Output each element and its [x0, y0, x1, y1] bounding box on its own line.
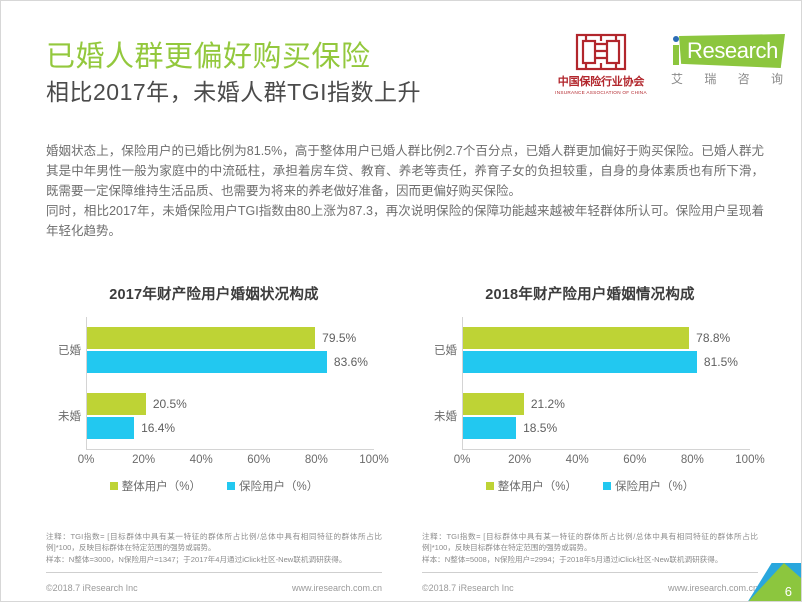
- x-tick-label: 60%: [247, 454, 271, 466]
- x-axis: 0% 20% 40% 60% 80% 100%: [78, 452, 389, 472]
- bar-value-label: 18.5%: [523, 421, 558, 435]
- x-tick-label: 40%: [189, 454, 213, 466]
- chart-panels: 2017年财产险用户婚姻状况构成 已婚 79.5% 83.6% 未婚 20.5% 16.4…: [1, 279, 801, 601]
- chart-legend: 整体用户（%） 保险用户（%）: [46, 478, 382, 494]
- footer-divider: [46, 572, 382, 573]
- bar-未婚-保险用户（%）: [87, 417, 135, 439]
- panel-footer: ©2018.7 iResearch Inc www.iresearch.com.…: [46, 583, 382, 593]
- bar-value-label: 78.8%: [696, 331, 731, 345]
- legend-item[interactable]: 保险用户（%）: [603, 478, 694, 494]
- chart-title: 2017年财产险用户婚姻状况构成: [109, 287, 319, 303]
- bar-value-label: 81.5%: [703, 355, 738, 369]
- footnote-line-2: 样本：N整体=5008，N保险用户=2994；于2018年5月通过iClick社…: [422, 554, 723, 564]
- iresearch-cn-char-3: 咨: [737, 72, 750, 86]
- bar-chart-2017: 已婚 79.5% 83.6% 未婚 20.5% 16.4% 0% 20% 40% 60% 80% 1…: [46, 317, 389, 472]
- title-block: 已婚人群更偏好购买保险 相比2017年，未婚人群TGI指数上升: [46, 39, 566, 107]
- iresearch-cn-char-1: 艾: [671, 72, 684, 86]
- category-label: 已婚: [58, 345, 81, 357]
- legend-item[interactable]: 整体用户（%）: [485, 478, 577, 494]
- iresearch-i-dot: [673, 36, 679, 42]
- panel-footer: ©2018.7 iResearch Inc www.iresearch.com.…: [422, 583, 758, 593]
- x-tick-label: 0%: [453, 454, 471, 466]
- bar-value-label: 16.4%: [141, 421, 176, 435]
- bar-value-label: 21.2%: [530, 397, 565, 411]
- page-title: 已婚人群更偏好购买保险: [46, 41, 371, 73]
- bar-已婚-整体用户（%）: [87, 327, 316, 349]
- iresearch-cn-char-2: 瑞: [704, 72, 717, 86]
- plot-area: 已婚 79.5% 83.6% 未婚 20.5% 16.4%: [58, 317, 374, 450]
- plot-area: 已婚 78.8% 81.5% 未婚 21.2% 18.5%: [434, 317, 750, 450]
- logo-group: 中国保险行业协会 INSURANCE ASSOCIATION OF CHINA …: [549, 29, 785, 97]
- chart-footnote: 注释：TGI指数= [目标群体中具有某一特征的群体所占比例/总体中具有相同特征的…: [422, 531, 758, 565]
- x-tick-label: 80%: [680, 454, 704, 466]
- legend-item[interactable]: 整体用户（%）: [109, 478, 201, 494]
- footnote-line-1: 注释：TGI指数= [目标群体中具有某一特征的群体所占比例/总体中具有相同特征的…: [422, 531, 758, 553]
- bar-value-label: 20.5%: [152, 397, 187, 411]
- website-link[interactable]: www.iresearch.com.cn: [292, 583, 382, 593]
- copyright-text: ©2018.7 iResearch Inc: [46, 583, 138, 593]
- iresearch-wordmark: Research: [687, 38, 778, 63]
- page-subtitle: 相比2017年，未婚人群TGI指数上升: [46, 79, 421, 105]
- legend-label: 保险用户（%）: [615, 481, 695, 493]
- iac-seal-icon: [574, 31, 628, 73]
- legend-label: 整体用户（%）: [121, 481, 201, 493]
- x-axis: 0% 20% 40% 60% 80% 100%: [454, 452, 765, 472]
- category-label: 已婚: [434, 345, 457, 357]
- x-tick-label: 80%: [304, 454, 328, 466]
- footnote-line-1: 注释：TGI指数= [目标群体中具有某一特征的群体所占比例/总体中具有相同特征的…: [46, 531, 382, 553]
- iresearch-name-cn: 艾 瑞 咨 询: [671, 70, 783, 87]
- footnote-line-2: 样本：N整体=3000，N保险用户=1347；于2017年4月通过iClick社…: [46, 554, 347, 564]
- page-number-badge: 6: [747, 563, 801, 601]
- bar-未婚-整体用户（%）: [463, 393, 524, 415]
- bar-已婚-保险用户（%）: [463, 351, 697, 373]
- x-tick-label: 20%: [132, 454, 156, 466]
- chart-title: 2018年财产险用户婚姻情况构成: [485, 287, 695, 303]
- bar-未婚-整体用户（%）: [87, 393, 146, 415]
- iresearch-i-stem: [673, 45, 679, 65]
- category-label: 未婚: [434, 411, 457, 423]
- chart-panel-2017: 2017年财产险用户婚姻状况构成 已婚 79.5% 83.6% 未婚 20.5% 16.4…: [1, 279, 402, 601]
- x-tick-label: 20%: [508, 454, 532, 466]
- body-paragraph-2: 同时，相比2017年，未婚保险用户TGI指数由80上涨为87.3，再次说明保险的…: [46, 204, 764, 238]
- legend-label: 保险用户（%）: [239, 481, 319, 493]
- x-tick-label: 100%: [735, 454, 765, 466]
- iac-name-cn: 中国保险行业协会: [557, 76, 645, 88]
- legend-swatch-icon: [227, 482, 235, 490]
- body-paragraph-1: 婚姻状态上，保险用户的已婚比例为81.5%，高于整体用户已婚人群比例2.7个百分…: [46, 144, 764, 198]
- legend-swatch-icon: [109, 482, 118, 490]
- legend-item[interactable]: 保险用户（%）: [227, 478, 318, 494]
- iresearch-logo: Research 艾 瑞 咨 询: [667, 29, 785, 87]
- slide-header: 已婚人群更偏好购买保险 相比2017年，未婚人群TGI指数上升 中国保险行业协会…: [1, 1, 801, 131]
- iresearch-cn-char-4: 询: [770, 72, 783, 86]
- legend-label: 整体用户（%）: [497, 481, 577, 493]
- x-tick-label: 40%: [565, 454, 589, 466]
- x-tick-label: 60%: [623, 454, 647, 466]
- legend-swatch-icon: [485, 482, 494, 490]
- iresearch-mark-icon: Research: [667, 33, 785, 69]
- bar-chart-2018: 已婚 78.8% 81.5% 未婚 21.2% 18.5% 0% 20% 40% 60% 80% 1…: [422, 317, 765, 472]
- insurance-association-logo: 中国保险行业协会 INSURANCE ASSOCIATION OF CHINA: [549, 29, 653, 97]
- footer-divider: [422, 572, 758, 573]
- category-label: 未婚: [58, 411, 81, 423]
- x-tick-label: 0%: [77, 454, 95, 466]
- bar-value-label: 83.6%: [333, 355, 368, 369]
- bar-已婚-保险用户（%）: [87, 351, 327, 373]
- legend-swatch-icon: [603, 482, 611, 490]
- slide: 已婚人群更偏好购买保险 相比2017年，未婚人群TGI指数上升 中国保险行业协会…: [0, 0, 802, 602]
- chart-legend: 整体用户（%） 保险用户（%）: [422, 478, 758, 494]
- chart-footnote: 注释：TGI指数= [目标群体中具有某一特征的群体所占比例/总体中具有相同特征的…: [46, 531, 382, 565]
- iac-name-en: INSURANCE ASSOCIATION OF CHINA: [555, 90, 647, 95]
- chart-panel-2018: 2018年财产险用户婚姻情况构成 已婚 78.8% 81.5% 未婚 21.2% 18.5…: [402, 279, 801, 601]
- bar-已婚-整体用户（%）: [463, 327, 690, 349]
- x-tick-label: 100%: [359, 454, 389, 466]
- bar-未婚-保险用户（%）: [463, 417, 517, 439]
- website-link[interactable]: www.iresearch.com.cn: [668, 583, 758, 593]
- copyright-text: ©2018.7 iResearch Inc: [422, 583, 514, 593]
- body-copy: 婚姻状态上，保险用户的已婚比例为81.5%，高于整体用户已婚人群比例2.7个百分…: [46, 141, 764, 241]
- page-number: 6: [784, 584, 792, 599]
- bar-value-label: 79.5%: [322, 331, 357, 345]
